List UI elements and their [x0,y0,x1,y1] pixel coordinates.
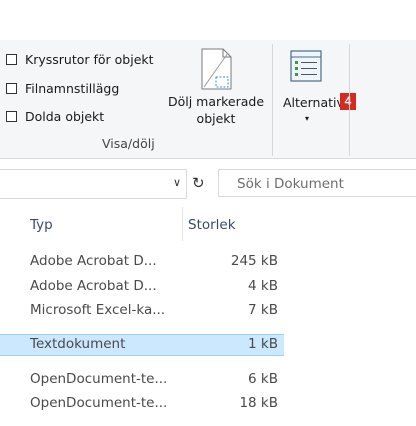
ribbon-divider [349,44,350,156]
file-type: Adobe Acrobat D... [30,278,157,294]
file-size: 245 kB [230,253,278,269]
checkbox-label: Kryssrutor för objekt [25,51,154,67]
file-type: OpenDocument-te... [30,395,168,411]
ribbon-tab-strip [0,0,416,40]
options-label: Alternativ [283,95,344,110]
checkbox[interactable] [6,53,17,65]
hide-selected-label-line2: objekt [196,111,236,126]
file-size: 7 kB [248,302,278,318]
column-header-type[interactable]: Typ [30,217,53,233]
address-field[interactable] [0,169,187,199]
list-item[interactable]: Adobe Acrobat D... 245 kB [0,251,284,273]
checkbox[interactable] [6,110,17,122]
step-badge: 4 [340,93,356,110]
file-type: OpenDocument-te... [30,371,168,387]
hide-selected-icon [201,48,232,90]
column-header-size[interactable]: Storlek [188,217,236,233]
list-item[interactable]: Microsoft Excel-ka... 7 kB [0,300,284,322]
checkbox-hidden-items[interactable]: Dolda objekt [6,107,104,125]
file-type: Textdokument [30,336,126,352]
file-size: 4 kB [248,278,278,294]
list-item[interactable]: OpenDocument-te... 6 kB [0,369,284,391]
checkbox-item-checkboxes[interactable]: Kryssrutor för objekt [6,50,154,68]
file-size: 6 kB [248,371,278,387]
hide-selected-label-line1: Dölj markerade [167,94,265,109]
refresh-icon[interactable]: ↻ [192,174,205,192]
search-input[interactable]: Sök i Dokument [218,169,416,197]
checkbox-label: Dolda objekt [25,108,105,124]
options-icon [290,50,322,82]
group-label-show-hide: Visa/dölj [102,136,155,151]
file-size: 18 kB [239,395,278,411]
file-type: Microsoft Excel-ka... [30,302,166,318]
ribbon-divider [272,44,273,156]
list-item[interactable]: Adobe Acrobat D... 4 kB [0,276,284,298]
column-divider[interactable] [182,207,183,241]
search-placeholder: Sök i Dokument [237,176,344,192]
checkbox-file-extensions[interactable]: Filnamnstillägg [6,79,119,97]
chevron-down-icon: ▾ [305,114,310,123]
checkbox[interactable] [6,82,17,94]
list-item[interactable]: OpenDocument-te... 18 kB [0,393,284,415]
file-type: Adobe Acrobat D... [30,253,157,269]
chevron-down-icon[interactable]: ∨ [173,176,181,189]
list-item-selected[interactable]: Textdokument 1 kB [0,334,284,356]
file-size: 1 kB [248,336,278,352]
checkbox-label: Filnamnstillägg [25,80,120,96]
